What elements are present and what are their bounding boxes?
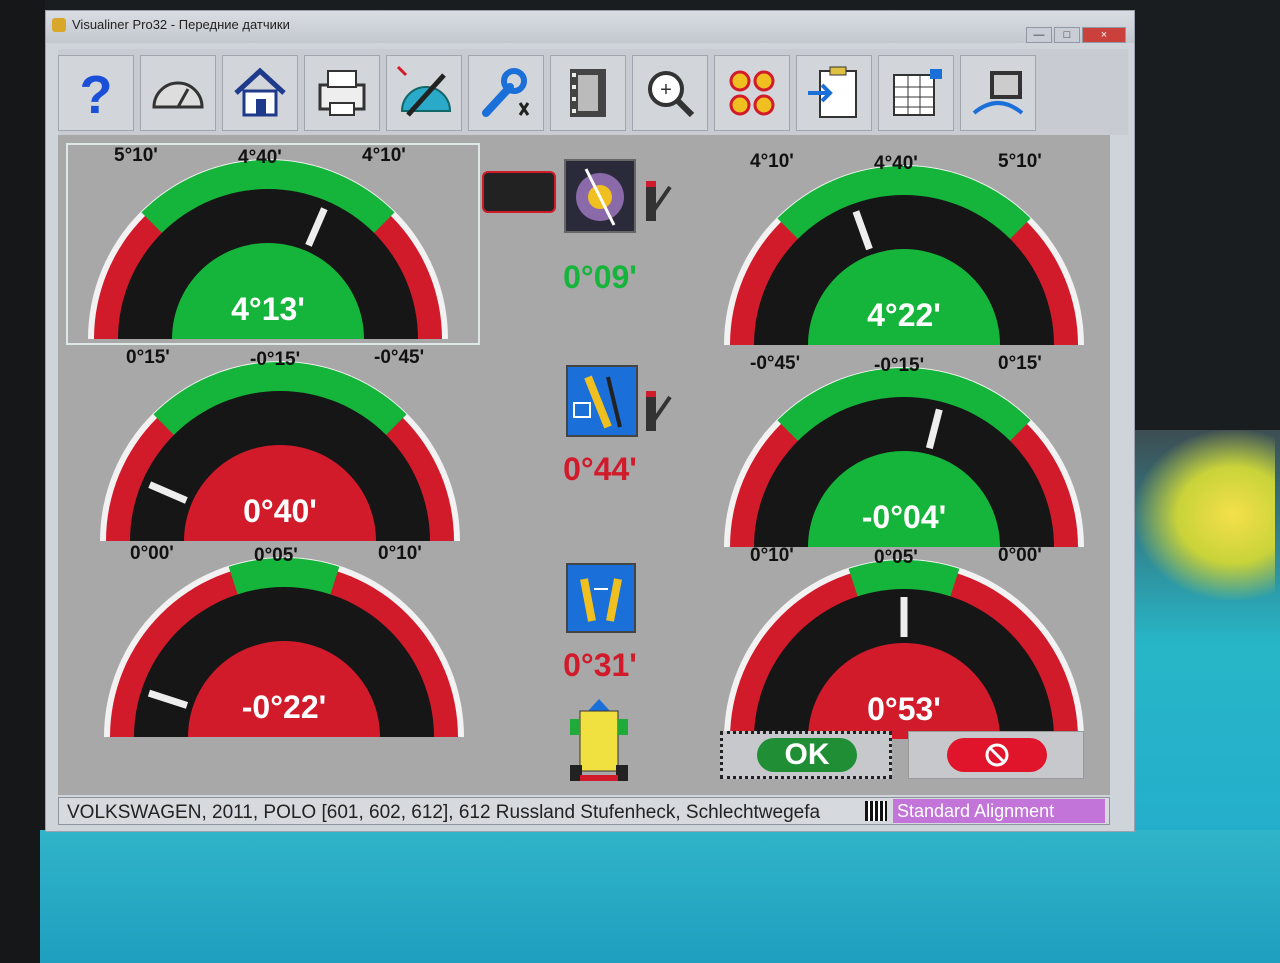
gauge-target-value: -0°15' (250, 349, 301, 370)
camber-difference-value: 0°44' (563, 451, 637, 487)
gauge-measured-value: 4°13' (231, 291, 305, 327)
caster-difference-value: 0°09' (563, 259, 637, 295)
jack-icon-2 (644, 389, 672, 435)
gauge-caster-right[interactable]: 4°10' 4°40' 5°10' 4°22' (714, 151, 1094, 351)
svg-text:+: + (660, 79, 672, 101)
gauge-measured-value: 0°53' (867, 691, 941, 727)
total-toe-value: 0°31' (563, 647, 637, 683)
gauge-caster-left[interactable]: 5°10' 4°40' 4°10' 4°13' (78, 145, 458, 345)
sensor-head-icon (482, 171, 556, 213)
gauge-measured-value: 0°40' (243, 493, 317, 529)
gauge-left-limit: 5°10' (114, 145, 158, 166)
gauge-target-value: -0°15' (874, 355, 925, 376)
gauge-toe-left[interactable]: 0°00' 0°05' 0°10' -0°22' (94, 543, 474, 743)
protractor-icon (396, 65, 452, 117)
maximize-button[interactable]: □ (1054, 27, 1080, 43)
gauge-target-band (848, 560, 960, 598)
gauge-camber-left[interactable]: 0°15' -0°15' -0°45' 0°40' (90, 347, 470, 547)
gauge-camber-right[interactable]: -0°45' -0°15' 0°15' -0°04' (714, 353, 1094, 553)
alignment-mode[interactable]: Standard Alignment (893, 799, 1105, 823)
app-window: Visualiner Pro32 - Передние датчики — □ … (45, 10, 1135, 832)
home-button[interactable] (222, 55, 298, 131)
import-button[interactable] (796, 55, 872, 131)
app-icon (52, 18, 66, 32)
gauge-left-limit: 0°00' (130, 543, 174, 564)
hardware-icon (972, 71, 1024, 115)
vehicle-top-icon (564, 695, 634, 789)
windows-logo (1135, 430, 1275, 600)
gauge-target-value: 0°05' (254, 545, 298, 566)
hardware-button[interactable] (960, 55, 1036, 131)
wheels-icon (729, 70, 775, 116)
clipboard-import-icon (808, 66, 857, 118)
minimize-button[interactable]: — (1026, 27, 1052, 43)
dashboard-button[interactable] (140, 55, 216, 131)
cancel-button[interactable] (908, 731, 1084, 779)
status-bar: VOLKSWAGEN, 2011, POLO [601, 602, 612], … (58, 797, 1110, 825)
gauge-measured-value: -0°22' (241, 689, 327, 725)
gauge-toe-right[interactable]: 0°10' 0°05' 0°00' 0°53' (714, 545, 1094, 745)
printer-icon (318, 70, 366, 116)
gauge-left-limit: -0°45' (750, 353, 801, 374)
ok-label: OK (757, 738, 857, 772)
protractor-button[interactable] (386, 55, 462, 131)
gauge-target-band (228, 558, 340, 596)
zoom-button[interactable]: + (632, 55, 708, 131)
gauge-left-limit: 0°10' (750, 545, 794, 566)
toe-icon (566, 563, 636, 633)
spreadsheet-icon (893, 69, 942, 116)
gauge-left-limit: 0°15' (126, 347, 170, 368)
camber-icon (566, 365, 638, 437)
film-icon (570, 69, 606, 117)
question-icon: ? (80, 65, 113, 123)
gauge-left-limit: 4°10' (750, 151, 794, 172)
spreadsheet-button[interactable] (878, 55, 954, 131)
svg-text:?: ? (80, 65, 113, 123)
magnifier-icon: + (648, 71, 695, 118)
gauge-icon (152, 81, 204, 109)
gauge-target-value: 4°40' (238, 147, 282, 168)
measurement-panel: 5°10' 4°40' 4°10' 4°13' 4°10' 4°40' 5°10' 4°22'… (58, 135, 1110, 795)
gauge-right-limit: 4°10' (362, 145, 406, 166)
caster-wheel-icon (564, 159, 636, 233)
desktop-background-bottom (40, 830, 1280, 963)
vehicle-description: VOLKSWAGEN, 2011, POLO [601, 602, 612], … (67, 802, 821, 823)
print-button[interactable] (304, 55, 380, 131)
window-title: Visualiner Pro32 - Передние датчики (72, 17, 290, 32)
ok-button[interactable]: OK (720, 731, 892, 779)
gauge-right-limit: 0°00' (998, 545, 1042, 566)
gauge-measured-value: 4°22' (867, 297, 941, 333)
home-icon (234, 67, 286, 117)
help-button[interactable]: ? (58, 55, 134, 131)
gauge-right-limit: 5°10' (998, 151, 1042, 172)
close-button[interactable]: × (1082, 27, 1126, 43)
barcode-icon[interactable] (865, 801, 887, 821)
gauge-right-limit: -0°45' (374, 347, 425, 368)
sensors-button[interactable] (714, 55, 790, 131)
wrench-icon (482, 68, 530, 117)
monitor-bezel (0, 0, 45, 963)
gauge-target-value: 0°05' (874, 547, 918, 568)
gauge-right-limit: 0°10' (378, 543, 422, 564)
video-button[interactable] (550, 55, 626, 131)
jack-icon (644, 179, 672, 225)
gauge-measured-value: -0°04' (861, 499, 947, 535)
gauge-target-value: 4°40' (874, 153, 918, 174)
toolbar: ? + (58, 49, 1128, 135)
title-bar: Visualiner Pro32 - Передние датчики — □ … (46, 11, 1134, 43)
adjust-button[interactable] (468, 55, 544, 131)
no-entry-icon (947, 738, 1047, 772)
gauge-right-limit: 0°15' (998, 353, 1042, 374)
